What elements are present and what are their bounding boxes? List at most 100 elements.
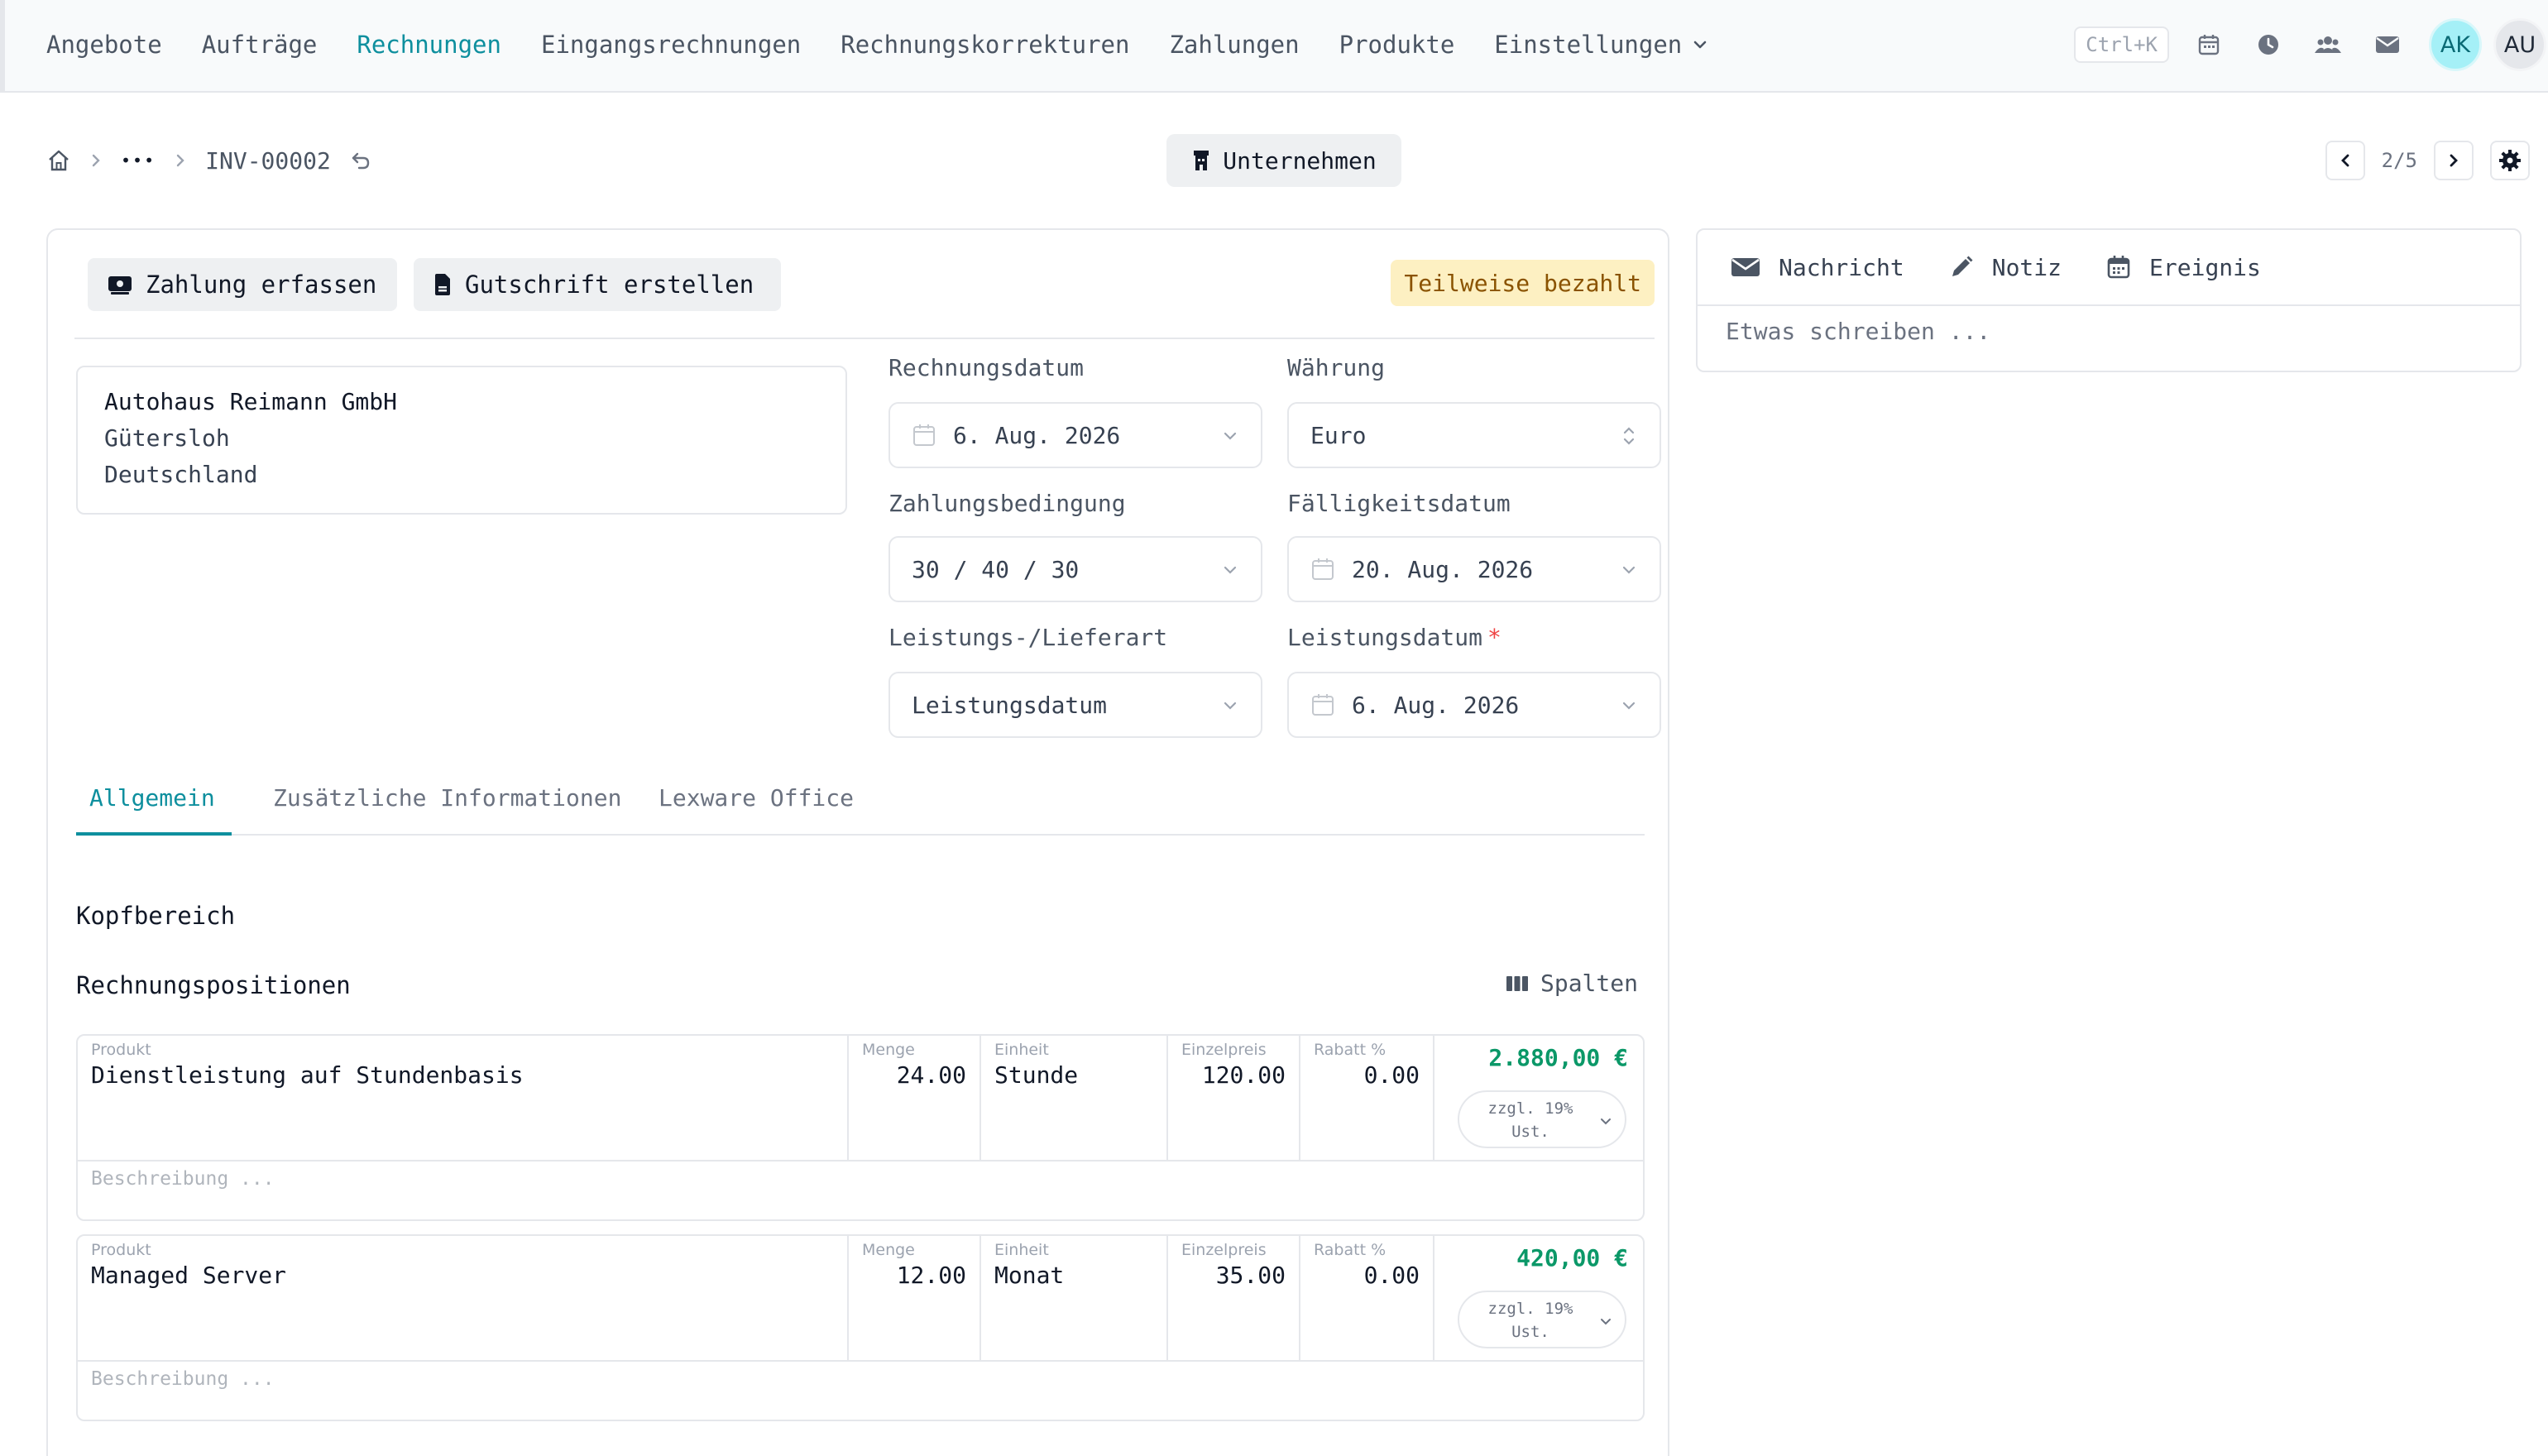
home-icon[interactable] [46,148,71,173]
description-input[interactable]: Beschreibung ... [91,1168,275,1190]
create-credit-note-button[interactable]: Gutschrift erstellen [414,258,781,311]
columns-button[interactable]: Spalten [1506,970,1638,997]
qty-cell[interactable]: Menge 24.00 [849,1036,981,1161]
price-value: 35.00 [1215,1262,1286,1289]
discount-cell[interactable]: Rabatt % 0.00 [1300,1036,1434,1161]
product-cell[interactable]: Produkt Managed Server [78,1236,849,1362]
price-header: Einzelpreis [1181,1041,1267,1059]
nav-item-einstellungen-label: Einstellungen [1494,31,1683,59]
users-icon[interactable] [2310,26,2346,63]
columns-icon [1506,974,1540,994]
next-record-button[interactable] [2434,141,2474,180]
tab-nachricht-label: Nachricht [1779,253,1904,281]
discount-header: Rabatt % [1314,1041,1387,1059]
breadcrumb-ellipsis[interactable]: ••• [121,151,156,170]
product-value: Managed Server [91,1262,287,1289]
payment-terms-label: Zahlungsbedingung [888,490,1126,517]
customer-name: Autohaus Reimann GmbH [104,388,398,415]
mail-icon [1731,256,1779,279]
customer-country: Deutschland [104,461,258,488]
product-cell[interactable]: Produkt Dienstleistung auf Stundenbasis [78,1036,849,1161]
line-amount: 420,00 € [1516,1244,1628,1272]
nav-item-zahlungen[interactable]: Zahlungen [1169,31,1299,59]
qty-header: Menge [862,1241,915,1259]
unit-cell[interactable]: Einheit Monat [981,1236,1168,1362]
nav-item-eingangsrechnungen[interactable]: Eingangsrechnungen [541,31,801,59]
top-navigation-bar: Angebote Aufträge Rechnungen Eingangsrec… [0,0,2548,93]
gear-icon [2498,148,2522,173]
header-section-title: Kopfbereich [76,902,236,930]
qty-cell[interactable]: Menge 12.00 [849,1236,981,1362]
mail-icon[interactable] [2369,26,2406,63]
delivery-type-select[interactable]: Leistungsdatum [888,672,1262,738]
record-payment-button[interactable]: Zahlung erfassen [88,258,397,311]
chevron-right-icon [89,152,103,169]
unit-value: Stunde [994,1061,1079,1089]
avatar-au[interactable]: AU [2493,18,2546,71]
avatar-ak[interactable]: AK [2429,18,2482,71]
calendar-icon [912,423,936,448]
divider [74,338,1655,339]
line-item-row: Produkt Managed Server Menge 12.00 Einhe… [76,1234,1645,1421]
description-input[interactable]: Beschreibung ... [91,1368,275,1390]
tax-rate-select[interactable]: zzgl. 19% Ust. [1458,1291,1626,1348]
tab-nachricht[interactable]: Nachricht [1731,254,1904,281]
breadcrumb: ••• INV-00002 [46,141,372,180]
product-value: Dienstleistung auf Stundenbasis [91,1061,524,1089]
amount-cell: 420,00 € zzgl. 19% Ust. [1434,1236,1643,1362]
tax-rate-select[interactable]: zzgl. 19% Ust. [1458,1090,1626,1148]
due-date-label: Fälligkeitsdatum [1287,490,1511,517]
tab-ereignis[interactable]: Ereignis [2106,254,2261,281]
chevron-down-icon [1598,1314,1613,1329]
calendar-icon[interactable] [2191,26,2227,63]
customer-city: Gütersloh [104,424,230,452]
command-palette-shortcut[interactable]: Ctrl+K [2074,26,2169,63]
undo-icon[interactable] [349,149,372,172]
price-cell[interactable]: Einzelpreis 120.00 [1168,1036,1300,1161]
tab-zusaetzliche-informationen[interactable]: Zusätzliche Informationen [260,784,635,836]
price-value: 120.00 [1201,1061,1286,1089]
document-icon [433,273,465,296]
tab-notiz[interactable]: Notiz [1949,254,2062,281]
customer-address-card[interactable]: Autohaus Reimann GmbH Gütersloh Deutschl… [76,366,847,515]
discount-value: 0.00 [1363,1061,1420,1089]
prev-record-button[interactable] [2325,141,2365,180]
unit-cell[interactable]: Einheit Stunde [981,1036,1168,1161]
nav-item-produkte[interactable]: Produkte [1339,31,1455,59]
invoice-date-field[interactable]: 6. Aug. 2026 [888,402,1262,468]
delivery-type-label: Leistungs-/Lieferart [888,624,1168,651]
discount-cell[interactable]: Rabatt % 0.00 [1300,1236,1434,1362]
nav-item-rechnungen[interactable]: Rechnungen [357,31,501,59]
currency-select[interactable]: Euro [1287,402,1661,468]
service-date-label-text: Leistungsdatum [1287,624,1483,651]
service-date-field[interactable]: 6. Aug. 2026 [1287,672,1661,738]
discount-value: 0.00 [1363,1262,1420,1289]
company-button[interactable]: Unternehmen [1166,134,1401,187]
tax-rate-line1: zzgl. 19% [1487,1300,1573,1318]
line-item-fields: Produkt Managed Server Menge 12.00 Einhe… [78,1236,1643,1362]
composer-input[interactable]: Etwas schreiben ... [1726,318,1990,345]
clock-icon[interactable] [2250,26,2287,63]
building-icon [1191,149,1223,172]
unit-value: Monat [994,1262,1065,1289]
columns-button-label: Spalten [1540,970,1638,997]
create-credit-note-label: Gutschrift erstellen [465,271,754,299]
qty-value: 12.00 [896,1262,966,1289]
settings-button[interactable] [2490,141,2530,180]
nav-item-rechnungskorrekturen[interactable]: Rechnungskorrekturen [841,31,1129,59]
product-header: Produkt [91,1241,151,1259]
due-date-field[interactable]: 20. Aug. 2026 [1287,536,1661,602]
nav-item-einstellungen[interactable]: Einstellungen [1494,31,1708,59]
nav-item-angebote[interactable]: Angebote [46,31,162,59]
payment-terms-select[interactable]: 30 / 40 / 30 [888,536,1262,602]
price-cell[interactable]: Einzelpreis 35.00 [1168,1236,1300,1362]
tab-allgemein[interactable]: Allgemein [76,784,232,836]
pager-position: 2/5 [2381,149,2417,172]
cash-icon [108,274,146,295]
tab-lexware-office[interactable]: Lexware Office [645,784,867,836]
divider [1698,304,2520,306]
main-nav: Angebote Aufträge Rechnungen Eingangsrec… [46,0,1748,89]
chevron-down-icon [1598,1114,1613,1128]
tab-notiz-label: Notiz [1991,253,2062,281]
nav-item-auftraege[interactable]: Aufträge [202,31,318,59]
